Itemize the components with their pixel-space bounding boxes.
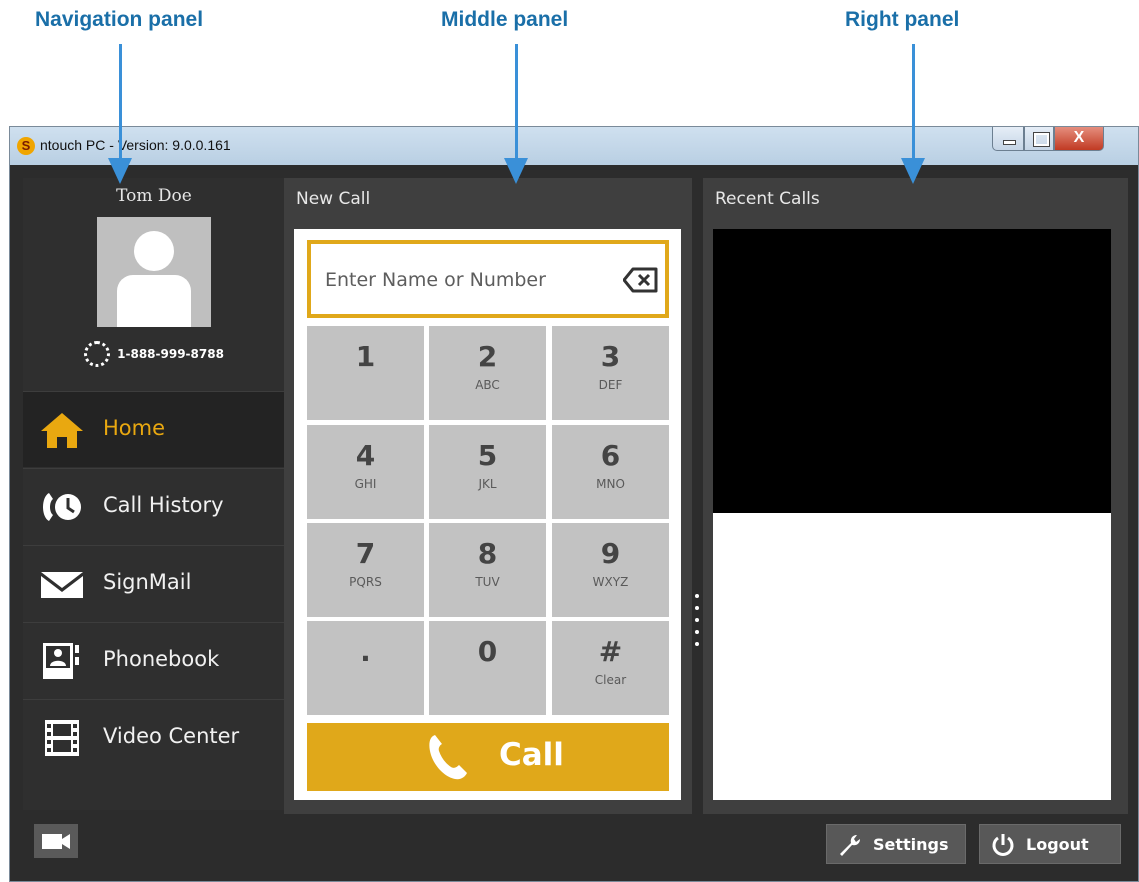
annotation-arrowhead-middle bbox=[504, 158, 528, 184]
nav-item-signmail[interactable]: SignMail bbox=[23, 545, 285, 621]
key-hash-clear[interactable]: # Clear bbox=[552, 621, 669, 715]
maximize-icon[interactable] bbox=[1024, 127, 1054, 151]
annotation-arrowhead-right bbox=[901, 158, 925, 184]
nav-item-phonebook[interactable]: Phonebook bbox=[23, 622, 285, 698]
settings-button[interactable]: Settings bbox=[826, 824, 966, 864]
panel-splitter-handle[interactable] bbox=[694, 594, 700, 654]
screenshot-root: Navigation panel Middle panel Right pane… bbox=[0, 0, 1139, 882]
nav-item-video-center[interactable]: Video Center bbox=[23, 699, 285, 775]
power-icon bbox=[992, 834, 1014, 856]
recent-calls-title: Recent Calls bbox=[715, 189, 820, 209]
key-0[interactable]: 0 bbox=[429, 621, 546, 715]
key-1[interactable]: 1 bbox=[307, 326, 424, 420]
nav-item-label: SignMail bbox=[103, 570, 192, 594]
annotation-arrow-right bbox=[912, 44, 915, 168]
nav-item-label: Home bbox=[103, 416, 166, 440]
settings-label: Settings bbox=[873, 835, 949, 854]
backspace-icon[interactable] bbox=[623, 266, 659, 294]
key-dot[interactable]: . bbox=[307, 621, 424, 715]
navigation-panel: Tom Doe 1-888-999-8788 Home Call History… bbox=[23, 178, 285, 810]
user-name: Tom Doe bbox=[116, 186, 192, 206]
annotation-navigation-panel: Navigation panel bbox=[35, 8, 204, 31]
phone-number: 1-888-999-8788 bbox=[117, 347, 224, 361]
recent-calls-panel: Recent Calls bbox=[703, 178, 1128, 814]
key-8[interactable]: 8 TUV bbox=[429, 523, 546, 617]
call-history-icon bbox=[43, 493, 81, 521]
title-bar[interactable]: S ntouch PC - Version: 9.0.0.161 X bbox=[10, 127, 1138, 165]
home-icon bbox=[41, 413, 83, 448]
user-phone: 1-888-999-8788 bbox=[23, 341, 285, 367]
film-icon bbox=[45, 720, 79, 756]
minimize-icon[interactable] bbox=[992, 127, 1024, 151]
annotation-arrowhead-navigation bbox=[108, 158, 132, 184]
video-camera-button[interactable] bbox=[34, 824, 78, 858]
window-title: ntouch PC - Version: 9.0.0.161 bbox=[40, 137, 231, 153]
annotation-middle-panel: Middle panel bbox=[441, 8, 569, 31]
annotation-arrow-middle bbox=[515, 44, 518, 168]
new-call-title: New Call bbox=[296, 189, 371, 209]
video-camera-icon bbox=[42, 834, 70, 849]
search-input[interactable] bbox=[325, 265, 615, 295]
video-preview bbox=[713, 229, 1111, 513]
logout-button[interactable]: Logout bbox=[979, 824, 1121, 864]
nav-item-label: Video Center bbox=[103, 724, 240, 748]
key-9[interactable]: 9 WXYZ bbox=[552, 523, 669, 617]
nav-item-home[interactable]: Home bbox=[23, 391, 285, 467]
nav-item-call-history[interactable]: Call History bbox=[23, 468, 285, 544]
key-6[interactable]: 6 MNO bbox=[552, 425, 669, 519]
app-window: S ntouch PC - Version: 9.0.0.161 X Tom D… bbox=[9, 126, 1139, 882]
search-box bbox=[307, 240, 669, 318]
ntouch-logo-icon: S bbox=[17, 137, 35, 155]
wrench-icon bbox=[840, 835, 860, 856]
phone-handset-icon bbox=[429, 735, 467, 780]
phonebook-icon bbox=[43, 643, 79, 679]
logout-label: Logout bbox=[1026, 835, 1089, 854]
annotation-right-panel: Right panel bbox=[845, 8, 960, 31]
key-3[interactable]: 3 DEF bbox=[552, 326, 669, 420]
key-2[interactable]: 2 ABC bbox=[429, 326, 546, 420]
key-7[interactable]: 7 PQRS bbox=[307, 523, 424, 617]
key-5[interactable]: 5 JKL bbox=[429, 425, 546, 519]
annotation-arrow-navigation bbox=[119, 44, 122, 168]
nav-item-label: Phonebook bbox=[103, 647, 220, 671]
close-icon[interactable]: X bbox=[1054, 127, 1104, 151]
mail-icon bbox=[41, 572, 83, 598]
call-button[interactable]: Call bbox=[307, 723, 669, 791]
ntouch-ring-icon bbox=[84, 341, 111, 367]
dialer: 1 2 ABC 3 DEF 4 GHI 5 JKL bbox=[294, 229, 681, 800]
key-4[interactable]: 4 GHI bbox=[307, 425, 424, 519]
call-label: Call bbox=[499, 737, 564, 773]
new-call-panel: New Call 1 2 ABC 3 bbox=[284, 178, 692, 814]
person-silhouette-icon[interactable] bbox=[97, 217, 211, 327]
recent-calls-list[interactable] bbox=[713, 513, 1111, 800]
nav-item-label: Call History bbox=[103, 493, 224, 517]
